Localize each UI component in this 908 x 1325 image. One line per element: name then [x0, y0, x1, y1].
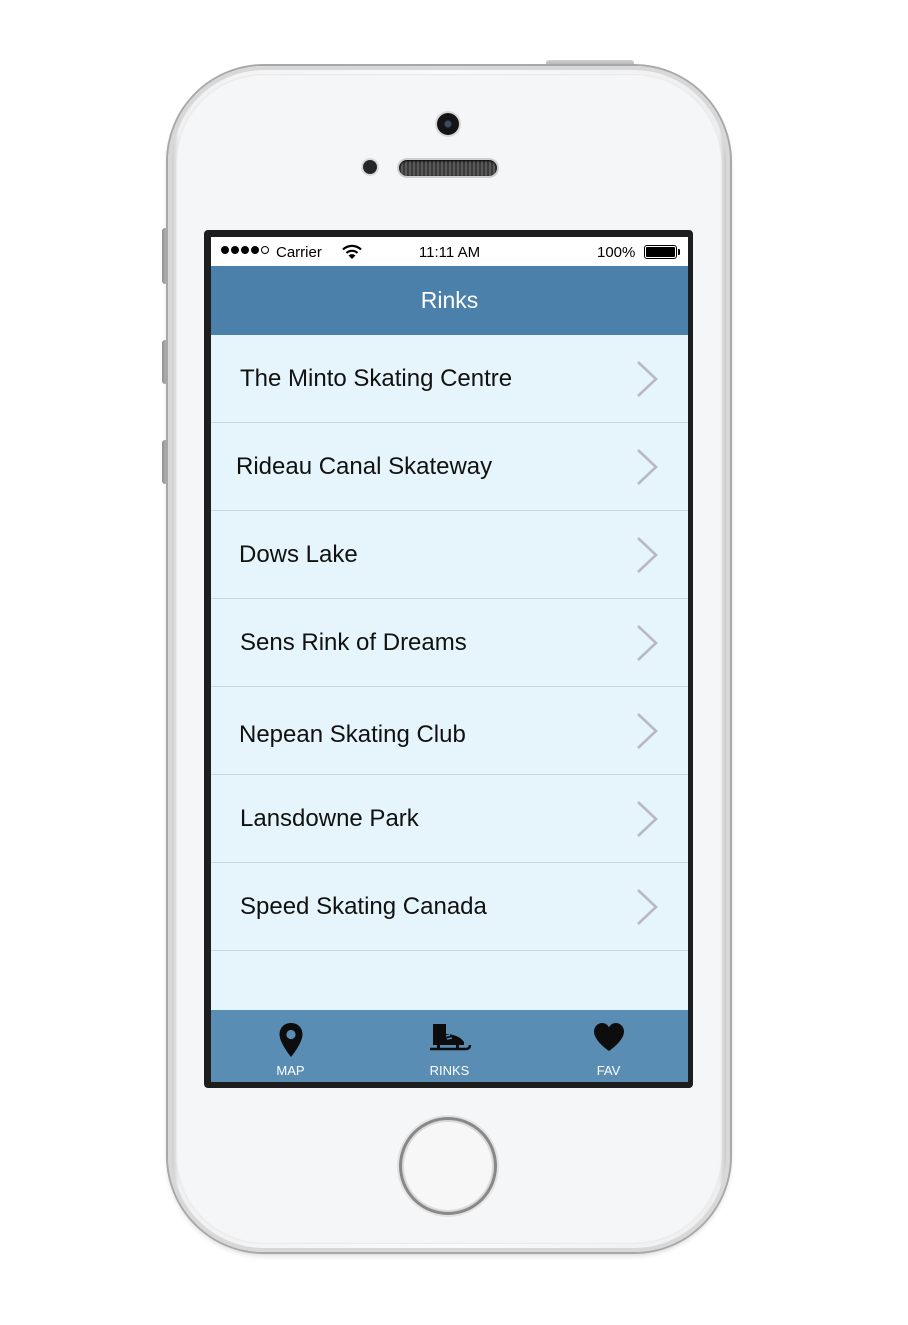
battery-tip — [678, 249, 680, 255]
rink-row-nepean-skating-club[interactable]: Nepean Skating Club — [211, 687, 688, 775]
rink-row-rideau-canal-skateway[interactable]: Rideau Canal Skateway — [211, 423, 688, 511]
tab-label: RINKS — [429, 1063, 470, 1078]
page-title: Rinks — [420, 287, 479, 313]
battery-icon — [644, 245, 677, 259]
map-pin-icon — [279, 1023, 302, 1057]
chevron-right-icon — [637, 361, 658, 397]
rink-name: Speed Skating Canada — [240, 893, 487, 920]
status-bar: Carrier 11:11 AM 100% — [211, 237, 688, 266]
proximity-sensor — [363, 160, 377, 174]
rink-name: Dows Lake — [239, 541, 358, 568]
ice-skate-icon — [429, 1024, 471, 1051]
tab-bar: MAP RINKS FAV — [211, 1010, 688, 1082]
rink-row-speed-skating-canada[interactable]: Speed Skating Canada — [211, 863, 688, 951]
battery-percentage: 100% — [597, 244, 636, 261]
rink-name: Lansdowne Park — [240, 805, 419, 832]
front-camera — [437, 113, 459, 135]
rink-name: Rideau Canal Skateway — [236, 453, 493, 480]
tab-label: FAV — [596, 1063, 621, 1078]
tab-map[interactable]: MAP — [211, 1010, 370, 1082]
rink-list: The Minto Skating Centre Rideau Canal Sk… — [211, 335, 688, 951]
chevron-right-icon — [637, 449, 658, 485]
chevron-right-icon — [637, 889, 658, 925]
heart-icon — [593, 1023, 624, 1051]
rink-row-dows-lake[interactable]: Dows Lake — [211, 511, 688, 599]
home-button[interactable] — [399, 1117, 497, 1215]
rink-name: The Minto Skating Centre — [240, 365, 513, 392]
chevron-right-icon — [637, 801, 658, 837]
chevron-right-icon — [637, 625, 658, 661]
tab-label: MAP — [276, 1063, 305, 1078]
rink-row-lansdowne-park[interactable]: Lansdowne Park — [211, 775, 688, 863]
rink-row-sens-rink-of-dreams[interactable]: Sens Rink of Dreams — [211, 599, 688, 687]
rink-name: Nepean Skating Club — [239, 721, 466, 748]
chevron-right-icon — [637, 537, 658, 573]
tab-favorites[interactable]: FAV — [529, 1010, 688, 1082]
rink-name: Sens Rink of Dreams — [240, 629, 467, 656]
app-screen: Carrier 11:11 AM 100% Rinks The Minto Sk… — [211, 237, 688, 1082]
chevron-right-icon — [637, 713, 658, 749]
navigation-bar: Rinks — [211, 266, 688, 335]
tab-rinks[interactable]: RINKS — [370, 1010, 529, 1082]
earpiece-speaker — [399, 160, 497, 176]
rink-row-minto-skating-centre[interactable]: The Minto Skating Centre — [211, 335, 688, 423]
phone-mockup: Carrier 11:11 AM 100% Rinks The Minto Sk… — [0, 0, 908, 1325]
